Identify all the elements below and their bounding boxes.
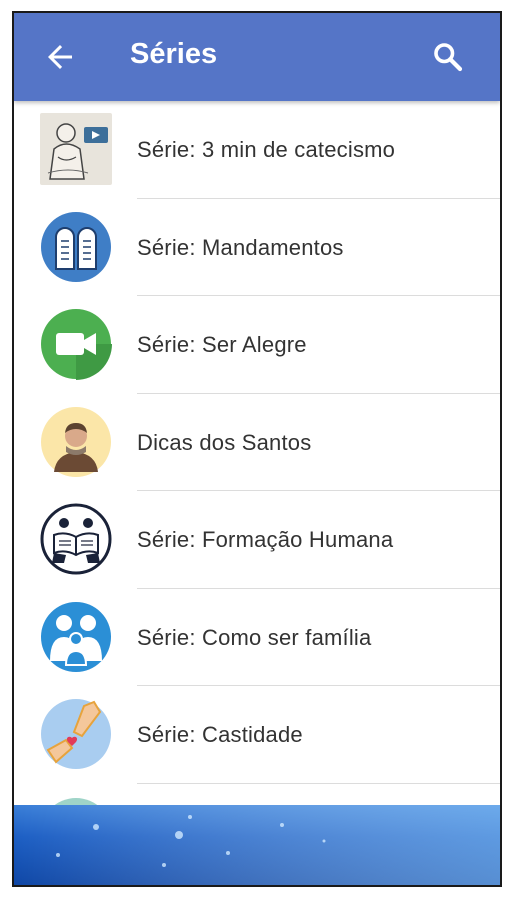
family-icon	[41, 601, 111, 672]
list-item-mandamentos[interactable]: Série: Mandamentos	[14, 199, 500, 296]
list-item-3-min-catecismo[interactable]: Série: 3 min de catecismo	[14, 101, 500, 199]
list-item-dicas-santos[interactable]: Dicas dos Santos	[14, 394, 500, 491]
water-banner	[14, 805, 500, 885]
list-item-label: Série: Ser Alegre	[137, 332, 307, 357]
list-item-formacao-humana[interactable]: Série: Formação Humana	[14, 491, 500, 589]
app-bar: Séries	[14, 13, 500, 101]
series-list: Série: 3 min de catecismo Série: Mandame…	[14, 101, 500, 784]
list-item-label: Série: 3 min de catecismo	[137, 137, 396, 162]
list-item-label: Série: Como ser família	[137, 624, 372, 650]
reading-book-icon	[40, 503, 112, 575]
video-camera-icon	[41, 309, 112, 380]
saint-avatar-icon	[41, 406, 111, 477]
list-item-ser-alegre[interactable]: Série: Ser Alegre	[14, 296, 500, 394]
app-frame: Séries Série: 3 min de catecismo Série: …	[12, 11, 502, 887]
search-icon[interactable]	[430, 39, 466, 75]
list-item-label: Dicas dos Santos	[137, 429, 312, 455]
divider	[137, 782, 500, 784]
tablets-icon	[41, 211, 111, 282]
list-item-como-ser-familia[interactable]: Série: Como ser família	[14, 589, 500, 686]
list-item-label: Série: Formação Humana	[137, 527, 394, 552]
list-item-castidade[interactable]: Série: Castidade	[14, 686, 500, 784]
page-title: Séries	[130, 38, 218, 70]
hands-heart-icon	[41, 699, 111, 769]
list-item-label: Série: Castidade	[137, 722, 303, 747]
list-item-label: Série: Mandamentos	[137, 234, 344, 260]
arrow-left-icon[interactable]	[42, 39, 78, 75]
catechism-video-icon	[40, 113, 112, 185]
